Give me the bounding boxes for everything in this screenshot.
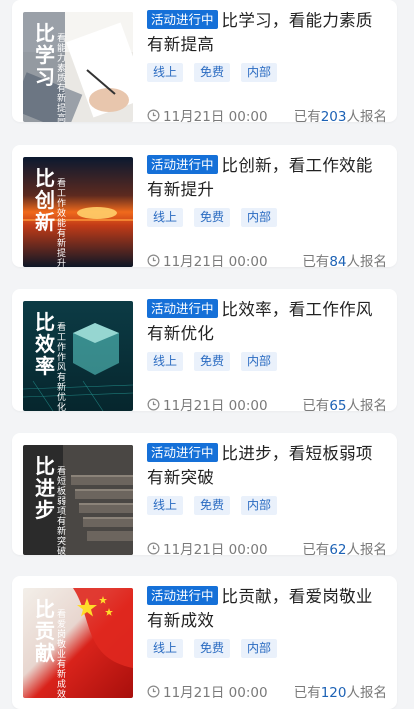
clock-icon bbox=[147, 542, 160, 554]
status-badge: 活动进行中 bbox=[147, 155, 218, 174]
activity-card[interactable]: 比学习 看能力素质有新提高 活动进行中 比学习，看能力素质有新提高 线上 免费 内… bbox=[12, 0, 397, 125]
signup-prefix: 已有 bbox=[302, 542, 330, 558]
tag-online: 线上 bbox=[147, 63, 184, 82]
poster-title: 比创新 bbox=[35, 166, 55, 234]
activity-card[interactable]: 比效率 看工作作风有新优化 活动进行中 比效率，看工作作风有新优化 线上 免费 内… bbox=[12, 289, 397, 414]
date-text: 11月21日 00:00 bbox=[163, 542, 268, 558]
poster-subtitle: 看短板弱项有新突破 bbox=[57, 467, 67, 555]
activity-time: 11月21日 00:00 bbox=[147, 394, 268, 414]
activity-poster[interactable]: 比进步 看短板弱项有新突破 bbox=[23, 445, 133, 555]
count-number: 120 bbox=[320, 685, 347, 701]
signup-suffix: 人报名 bbox=[346, 685, 388, 701]
tag-free: 免费 bbox=[194, 63, 231, 82]
signup-suffix: 人报名 bbox=[346, 109, 388, 125]
poster-title: 比进步 bbox=[35, 454, 55, 522]
activity-title[interactable]: 活动进行中 比效率，看工作作风有新优化 bbox=[147, 298, 387, 346]
tag-list: 线上 免费 内部 bbox=[147, 63, 278, 82]
signup-suffix: 人报名 bbox=[346, 542, 388, 558]
activity-time: 11月21日 00:00 bbox=[147, 250, 268, 270]
activity-card[interactable]: 比创新 看工作效能有新提升 活动进行中 比创新，看工作效能有新提升 线上 免费 内… bbox=[12, 145, 397, 270]
status-badge: 活动进行中 bbox=[147, 586, 218, 605]
activity-poster[interactable]: 比效率 看工作作风有新优化 bbox=[23, 301, 133, 411]
tag-online: 线上 bbox=[147, 639, 184, 658]
tag-list: 线上 免费 内部 bbox=[147, 496, 278, 515]
poster-title: 比贡献 bbox=[35, 597, 55, 665]
tag-list: 线上 免费 内部 bbox=[147, 352, 278, 371]
tag-internal: 内部 bbox=[241, 208, 278, 227]
tag-online: 线上 bbox=[147, 208, 184, 227]
activity-card[interactable]: 比贡献 看爱岗敬业有新成效 活动进行中 比贡献，看爱岗敬业有新成效 线上 免费 内… bbox=[12, 576, 397, 709]
tag-internal: 内部 bbox=[241, 63, 278, 82]
poster-title: 比学习 bbox=[35, 21, 55, 89]
date-text: 11月21日 00:00 bbox=[163, 398, 268, 414]
date-text: 11月21日 00:00 bbox=[163, 109, 268, 125]
tag-internal: 内部 bbox=[241, 639, 278, 658]
activity-poster[interactable]: 比贡献 看爱岗敬业有新成效 bbox=[23, 588, 133, 698]
poster-subtitle: 看能力素质有新提高 bbox=[57, 34, 67, 122]
clock-icon bbox=[147, 685, 160, 697]
tag-internal: 内部 bbox=[241, 496, 278, 515]
signup-suffix: 人报名 bbox=[346, 254, 388, 270]
activity-title[interactable]: 活动进行中 比学习，看能力素质有新提高 bbox=[147, 9, 387, 57]
tag-online: 线上 bbox=[147, 496, 184, 515]
tag-list: 线上 免费 内部 bbox=[147, 639, 278, 658]
signup-count: 已有65人报名 bbox=[302, 394, 387, 414]
signup-count: 已有84人报名 bbox=[302, 250, 387, 270]
tag-internal: 内部 bbox=[241, 352, 278, 371]
tag-free: 免费 bbox=[194, 352, 231, 371]
clock-icon bbox=[147, 254, 160, 266]
tag-list: 线上 免费 内部 bbox=[147, 208, 278, 227]
count-number: 84 bbox=[329, 254, 347, 270]
signup-prefix: 已有 bbox=[293, 685, 321, 701]
clock-icon bbox=[147, 109, 160, 121]
tag-free: 免费 bbox=[194, 208, 231, 227]
clock-icon bbox=[147, 398, 160, 410]
status-badge: 活动进行中 bbox=[147, 299, 218, 318]
tag-free: 免费 bbox=[194, 496, 231, 515]
activity-poster[interactable]: 比创新 看工作效能有新提升 bbox=[23, 157, 133, 267]
poster-subtitle: 看工作作风有新优化 bbox=[57, 323, 67, 411]
tag-online: 线上 bbox=[147, 352, 184, 371]
activity-card[interactable]: 比进步 看短板弱项有新突破 活动进行中 比进步，看短板弱项有新突破 线上 免费 内… bbox=[12, 433, 397, 558]
signup-prefix: 已有 bbox=[293, 109, 321, 125]
signup-prefix: 已有 bbox=[302, 254, 330, 270]
activity-time: 11月21日 00:00 bbox=[147, 105, 268, 125]
signup-count: 已有203人报名 bbox=[294, 105, 387, 125]
activity-title[interactable]: 活动进行中 比进步，看短板弱项有新突破 bbox=[147, 442, 387, 490]
activity-time: 11月21日 00:00 bbox=[147, 538, 268, 558]
activity-title[interactable]: 活动进行中 比创新，看工作效能有新提升 bbox=[147, 154, 387, 202]
activity-list: 比学习 看能力素质有新提高 活动进行中 比学习，看能力素质有新提高 线上 免费 内… bbox=[0, 0, 414, 709]
activity-title[interactable]: 活动进行中 比贡献，看爱岗敬业有新成效 bbox=[147, 585, 387, 633]
poster-subtitle: 看工作效能有新提升 bbox=[57, 179, 67, 267]
signup-count: 已有120人报名 bbox=[294, 681, 387, 701]
tag-free: 免费 bbox=[194, 639, 231, 658]
signup-prefix: 已有 bbox=[302, 398, 330, 414]
poster-subtitle: 看爱岗敬业有新成效 bbox=[57, 610, 67, 698]
count-number: 65 bbox=[329, 398, 347, 414]
date-text: 11月21日 00:00 bbox=[163, 685, 268, 701]
signup-count: 已有62人报名 bbox=[302, 538, 387, 558]
status-badge: 活动进行中 bbox=[147, 10, 218, 29]
date-text: 11月21日 00:00 bbox=[163, 254, 268, 270]
activity-poster[interactable]: 比学习 看能力素质有新提高 bbox=[23, 12, 133, 122]
count-number: 203 bbox=[320, 109, 347, 125]
poster-title: 比效率 bbox=[35, 310, 55, 378]
activity-time: 11月21日 00:00 bbox=[147, 681, 268, 701]
status-badge: 活动进行中 bbox=[147, 443, 218, 462]
signup-suffix: 人报名 bbox=[346, 398, 388, 414]
count-number: 62 bbox=[329, 542, 347, 558]
